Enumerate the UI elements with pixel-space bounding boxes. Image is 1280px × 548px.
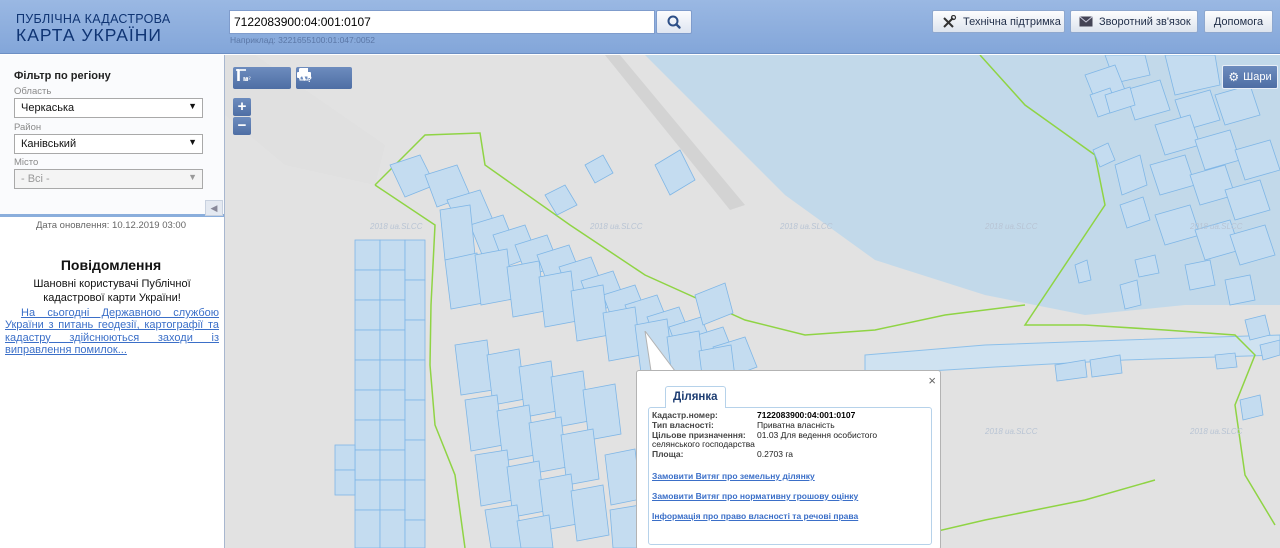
purpose-row: Цільове призначення: 01.03 Для ведення о… [652,430,922,451]
search-input[interactable]: 7122083900:04:001:0107 [229,10,655,34]
city-select-value: - Всі - [21,173,50,185]
logo-line2: КАРТА УКРАЇНИ [16,25,162,45]
region-label: Область [14,86,52,97]
identify-button[interactable]: ? [299,67,348,89]
help-label: Допомога [1213,15,1264,28]
order-valuation-link[interactable]: Замовити Витяг про нормативну грошову оц… [652,491,858,501]
feedback-label: Зворотний зв'язок [1099,15,1191,28]
update-date: Дата оновлення: 10.12.2019 03:00 [35,220,187,231]
popup-body: Кадастр.номер: 7122083900:04:001:0107 Ти… [648,407,932,545]
area-label: Площа: [652,449,684,459]
city-label: Місто [14,157,39,168]
measure-area-button[interactable]: м² [236,67,285,89]
district-label: Район [14,122,42,133]
close-icon[interactable]: × [928,373,936,388]
feedback-button[interactable]: Зворотний зв'язок [1070,10,1198,33]
layers-button[interactable]: ⚙ Шари [1222,65,1278,89]
parcels-left [334,239,426,548]
help-button[interactable]: Допомога [1204,10,1273,33]
region-select-value: Черкаська [21,102,75,114]
search-button[interactable] [656,10,692,34]
svg-text:?: ? [307,75,312,83]
watermark: 2018 ua.SLCC [1190,222,1243,231]
layers-label: Шари [1243,71,1272,83]
news-greeting: Шановні користувачі Публічної кадастрово… [33,278,191,304]
print-info-tools: ? [296,67,352,89]
watermark: 2018 ua.SLCC [1190,427,1243,436]
filter-title: Фільтр по регіону [14,70,111,82]
city-select[interactable]: - Всі - ▼ [14,169,203,189]
measure-tools: м м² [233,67,291,89]
watermark: 2018 ua.SLCC [370,222,423,231]
popup-pointer [644,331,676,372]
collapse-sidebar-button[interactable]: ◀ [205,200,223,216]
region-filter: Фільтр по регіону Область Черкаська ▼ Ра… [0,55,224,217]
logo[interactable]: ПУБЛІЧНА КАДАСТРОВА КАРТА УКРАЇНИ [16,12,171,45]
news-title: Повідомлення [60,257,162,273]
search-hint: Наприклад: 3221655100:01:047:0052 [230,35,376,45]
area-icon: м² [236,69,251,83]
tools-icon [941,14,957,29]
tech-support-label: Технічна підтримка [963,15,1061,28]
mail-icon [1079,16,1093,27]
purpose-value: 01.03 Для ведення особистого [757,430,878,440]
map-view[interactable]: 2018 ua.SLCC 2018 ua.SLCC 2018 ua.SLCC 2… [225,55,1280,548]
search-icon [667,15,681,29]
dropdown-arrow-icon: ▼ [188,137,197,147]
region-select[interactable]: Черкаська ▼ [14,98,203,118]
ownership-info-link[interactable]: Інформація про право власності та речові… [652,511,858,521]
tab-parcel[interactable]: Ділянка [665,386,726,408]
tech-support-button[interactable]: Технічна підтримка [932,10,1065,33]
zoom-out-button[interactable]: − [233,117,251,135]
watermark: 2018 ua.SLCC [985,222,1038,231]
sidebar: Фільтр по регіону Область Черкаська ▼ Ра… [0,55,225,548]
zoom-in-button[interactable]: + [233,98,251,116]
watermark: 2018 ua.SLCC [780,222,833,231]
area-value: 0.2703 га [757,449,794,459]
dropdown-arrow-icon: ▼ [188,172,197,182]
header: ПУБЛІЧНА КАДАСТРОВА КАРТА УКРАЇНИ 712208… [0,0,1280,54]
district-select-value: Канівський [21,138,77,150]
svg-text:м²: м² [244,76,251,83]
logo-line1: ПУБЛІЧНА КАДАСТРОВА [16,12,171,26]
order-extract-link[interactable]: Замовити Витяг про земельну ділянку [652,471,815,481]
dropdown-arrow-icon: ▼ [188,101,197,111]
news-link[interactable]: На сьогодні Державною службою України з … [5,307,219,356]
gear-icon: ⚙ [1228,70,1240,84]
cursor-question-icon: ? [299,68,312,83]
district-select[interactable]: Канівський ▼ [14,134,203,154]
watermark: 2018 ua.SLCC [985,427,1038,436]
watermark: 2018 ua.SLCC [590,222,643,231]
parcel-popup: × Ділянка Кадастр.номер: 7122083900:04:0… [636,370,941,548]
